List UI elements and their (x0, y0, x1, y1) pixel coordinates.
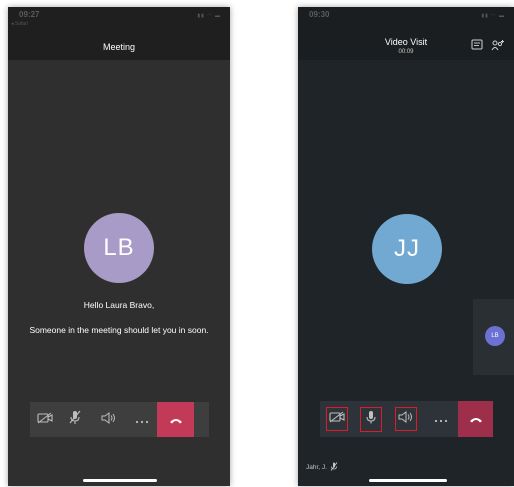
waiting-message: Someone in the meeting should let you in… (29, 325, 209, 335)
end-call-button[interactable] (157, 402, 194, 437)
participant-name: Jahr, J. (306, 464, 327, 471)
participant-thumbnail[interactable]: LB (473, 299, 514, 375)
mic-button[interactable] (354, 401, 388, 437)
speaker-icon (395, 407, 417, 431)
title-bar: 09:27 ◂ Safari ▮▮ ◠ ▬ Meeting (8, 7, 230, 60)
status-time: 09:30 (309, 10, 330, 19)
avatar-initials: JJ (394, 235, 420, 262)
more-options-button[interactable] (424, 401, 458, 437)
mic-off-button[interactable] (60, 402, 90, 437)
status-icons: ▮▮ ◠ ▬ (197, 13, 221, 19)
back-to-safari-link[interactable]: ◂ Safari (11, 21, 28, 27)
more-options-button[interactable] (127, 402, 157, 437)
avatar: JJ (372, 214, 442, 284)
speaker-icon (101, 411, 117, 429)
call-controls (30, 402, 209, 437)
mic-off-icon (68, 410, 82, 430)
camera-off-button[interactable] (30, 402, 60, 437)
mic-muted-icon (330, 462, 338, 473)
home-indicator[interactable] (369, 479, 447, 482)
speaker-button[interactable] (388, 401, 424, 437)
add-participant-button[interactable] (491, 38, 505, 56)
home-indicator[interactable] (83, 479, 157, 482)
more-icon (135, 411, 149, 429)
speaker-button[interactable] (90, 402, 127, 437)
camera-off-button[interactable] (320, 401, 354, 437)
video-visit-screen: 09:30 ▮▮ ◠ ▬ Video Visit 00:09 JJ LB Jah… (298, 7, 514, 486)
end-call-button[interactable] (458, 401, 493, 437)
participant-name-label: Jahr, J. (306, 462, 338, 473)
status-time: 09:27 (19, 10, 40, 19)
camera-off-icon (326, 407, 348, 431)
mic-icon (360, 406, 382, 432)
more-icon (434, 410, 448, 428)
title-bar: 09:30 ▮▮ ◠ ▬ Video Visit 00:09 (298, 7, 514, 60)
status-bar: 09:30 ▮▮ ◠ ▬ (298, 7, 514, 29)
add-participant-icon (491, 38, 505, 56)
call-controls (320, 401, 493, 437)
participant-avatar: LB (485, 326, 505, 346)
page-title: Meeting (102, 42, 136, 52)
camera-off-icon (37, 411, 53, 429)
avatar: LB (84, 213, 154, 283)
end-call-icon (169, 411, 183, 429)
end-call-icon (469, 410, 483, 428)
lobby-screen: 09:27 ◂ Safari ▮▮ ◠ ▬ Meeting LB Hello L… (8, 7, 230, 486)
avatar-initials: LB (103, 234, 135, 261)
greeting-text: Hello Laura Bravo, (83, 300, 155, 310)
chat-button[interactable] (470, 38, 483, 56)
status-bar: 09:27 ◂ Safari ▮▮ ◠ ▬ (8, 7, 230, 29)
chat-icon (471, 38, 483, 56)
status-icons: ▮▮ ◠ ▬ (481, 13, 505, 19)
